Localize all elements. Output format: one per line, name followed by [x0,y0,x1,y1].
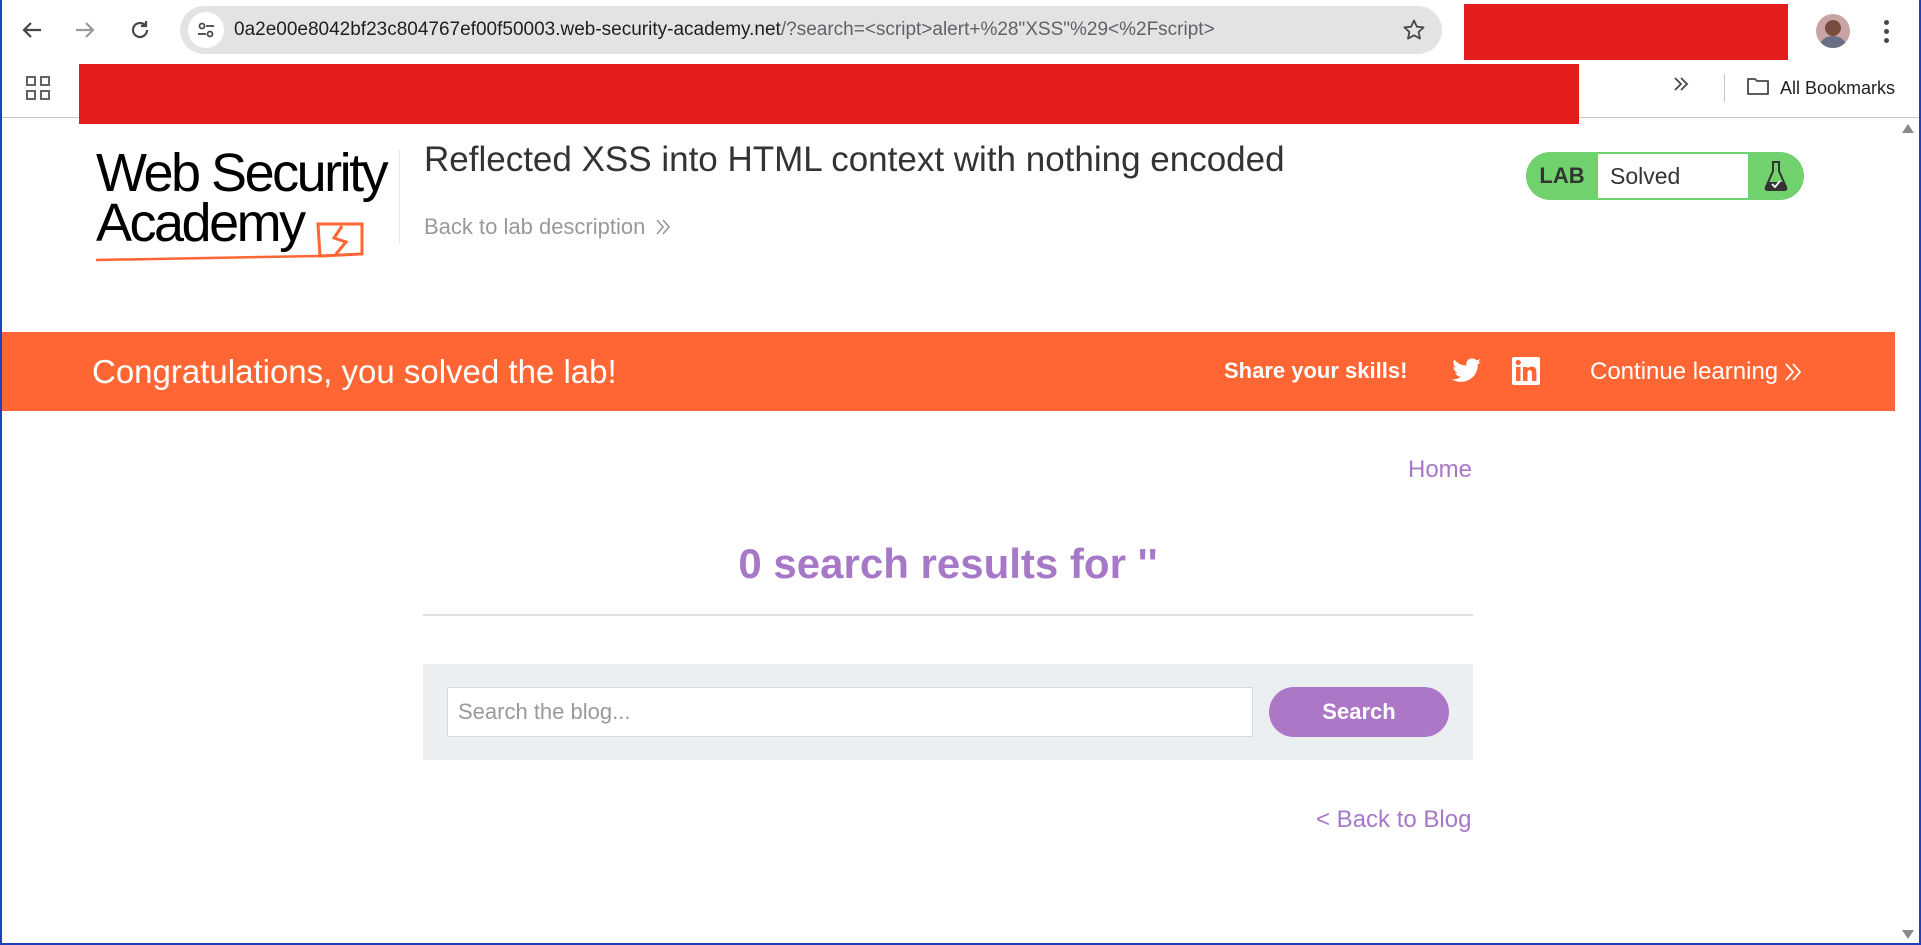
scroll-up-arrow-icon[interactable] [1902,124,1914,133]
continue-learning-label: Continue learning [1590,358,1779,385]
lab-status-text: Solved [1598,154,1748,198]
search-button[interactable]: Search [1269,687,1449,737]
apps-grid-icon[interactable] [24,74,52,102]
chevron-double-right-icon[interactable] [1672,72,1690,100]
profile-avatar[interactable] [1816,14,1850,48]
logo-mark-icon [96,222,364,262]
header-divider [399,150,400,244]
linkedin-icon[interactable] [1512,357,1540,385]
search-input[interactable] [447,687,1253,737]
back-to-lab-description-link[interactable]: Back to lab description [424,214,671,240]
browser-toolbar: 0a2e00e8042bf23c804767ef00f50003.web-sec… [0,0,1921,64]
all-bookmarks-button[interactable]: All Bookmarks [1746,72,1895,104]
lab-badge-label: LAB [1539,163,1585,188]
lab-title: Reflected XSS into HTML context with not… [424,140,1285,179]
url-host: 0a2e00e8042bf23c804767ef00f50003.web-sec… [234,19,781,40]
flask-icon [1748,152,1804,200]
scroll-down-arrow-icon[interactable] [1902,930,1914,939]
page-scrollbar[interactable] [1896,118,1919,943]
home-link[interactable]: Home [1408,456,1472,484]
all-bookmarks-label: All Bookmarks [1780,77,1896,98]
chevron-double-right-icon [656,219,671,235]
bookmark-star-icon[interactable] [1400,16,1428,44]
continue-learning-link[interactable]: Continue learning [1590,332,1802,411]
kebab-menu-icon[interactable] [1872,14,1900,48]
bookmarks-divider [1724,74,1725,102]
back-to-lab-label: Back to lab description [424,214,646,239]
forward-arrow-icon[interactable] [67,12,103,48]
search-results-heading: 0 search results for '' [738,540,1158,587]
reload-icon[interactable] [122,12,158,48]
folder-icon [1746,76,1770,101]
redaction-block [1464,4,1788,64]
results-divider [423,614,1473,616]
share-skills-label: Share your skills! [1224,358,1408,383]
back-to-blog-link[interactable]: < Back to Blog [1316,806,1471,834]
solved-banner: Congratulations, you solved the lab! Sha… [2,332,1895,411]
page-content: Web Security Academy Reflected XSS into … [0,118,1896,945]
web-security-academy-logo[interactable]: Web Security Academy [96,146,396,262]
search-panel: Search [423,664,1473,760]
lab-status-badge: LAB Solved [1526,152,1804,200]
url-path: /?search=<script>alert+%28"XSS"%29<%2Fsc… [780,19,1215,40]
site-info-icon[interactable] [188,12,224,48]
back-arrow-icon[interactable] [14,12,50,48]
redaction-block [79,64,1579,124]
url-text: 0a2e00e8042bf23c804767ef00f50003.web-sec… [234,6,1215,54]
congratulations-message: Congratulations, you solved the lab! [92,353,617,390]
twitter-icon[interactable] [1452,358,1482,384]
chevron-double-right-icon [1785,362,1802,381]
address-bar[interactable]: 0a2e00e8042bf23c804767ef00f50003.web-sec… [180,6,1442,54]
